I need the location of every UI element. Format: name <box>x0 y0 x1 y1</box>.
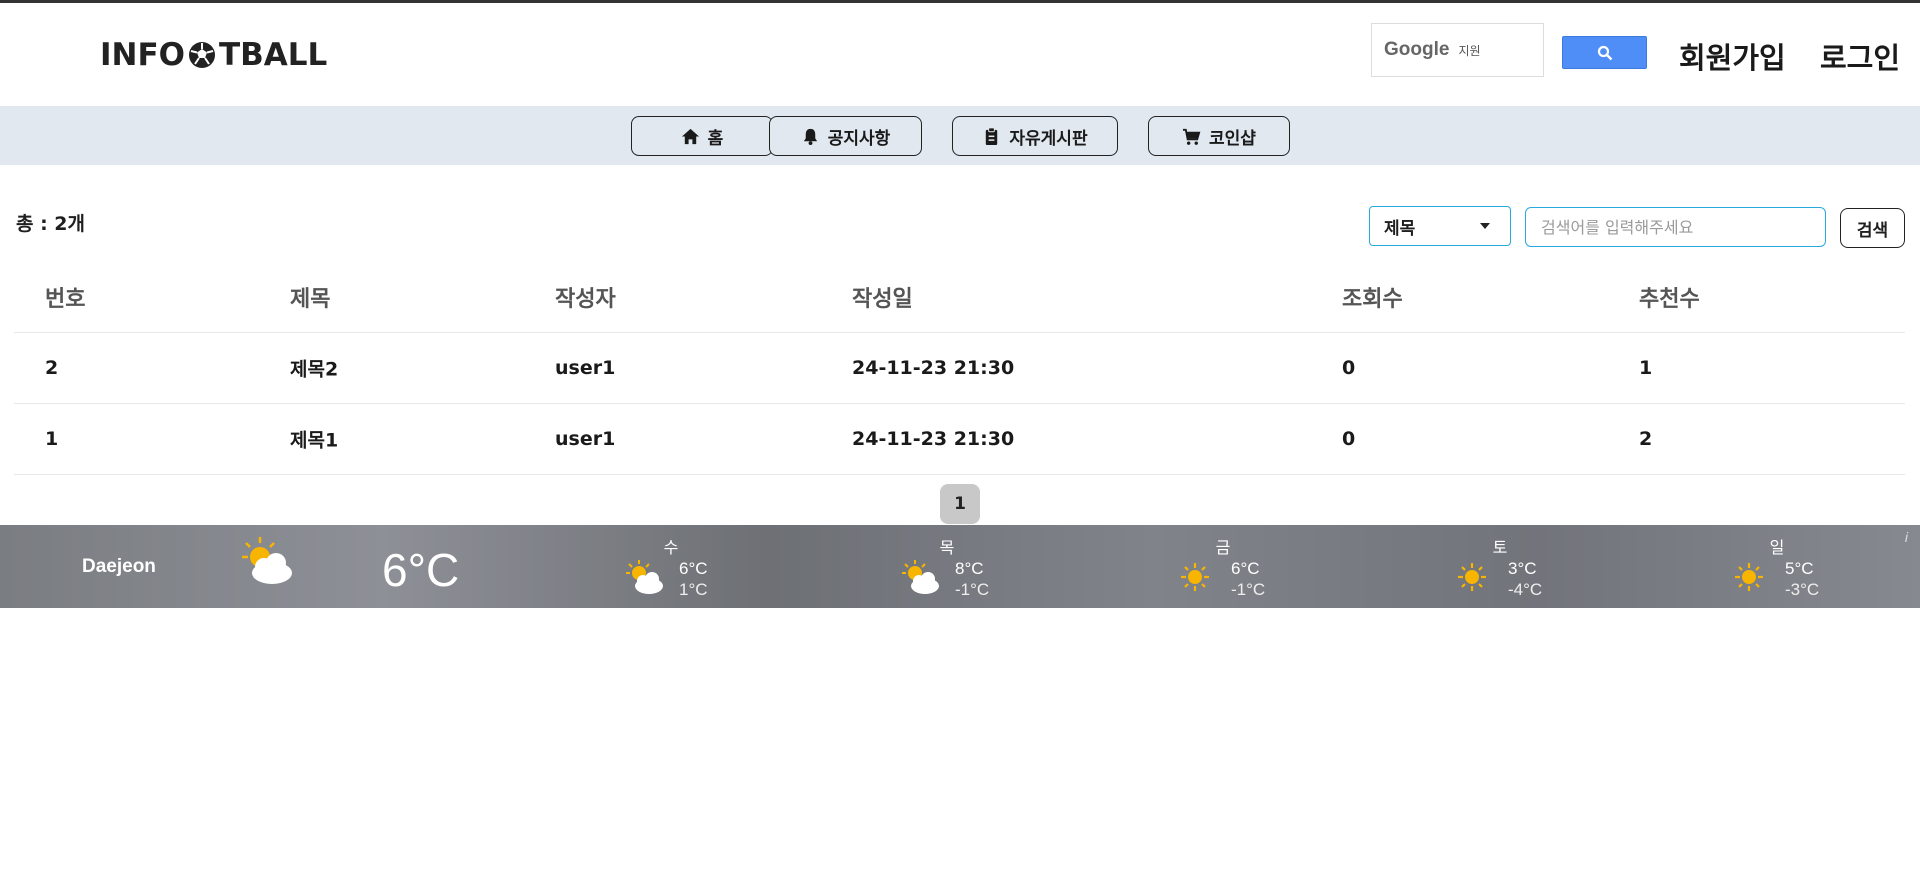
cell-recommends: 1 <box>1639 357 1653 379</box>
nav-notice-label: 공지사항 <box>827 128 891 149</box>
nav-home-button[interactable]: 홈 <box>631 116 773 156</box>
cart-icon <box>1182 128 1201 145</box>
weather-day-name: 금 <box>1215 540 1231 557</box>
sun-icon <box>1181 563 1209 591</box>
nav-coinshop-label: 코인샵 <box>1209 128 1256 149</box>
cell-author: user1 <box>555 357 616 379</box>
weather-current-temp: 6°C <box>382 544 460 596</box>
header-title: 제목 <box>290 286 331 312</box>
soccer-ball-icon <box>189 42 216 68</box>
nav-coinshop-button[interactable]: 코인샵 <box>1148 116 1290 156</box>
weather-day: 수 6°C 1°C <box>533 525 809 608</box>
pagination-page-1[interactable]: 1 <box>940 484 980 524</box>
home-icon <box>681 128 699 144</box>
weather-day: 금 6°C -1°C <box>1085 525 1361 608</box>
nav-board-label: 자유게시판 <box>1009 128 1088 149</box>
nav-home-label: 홈 <box>707 128 724 149</box>
post-table: 번호 제목 작성자 작성일 조회수 추천수 2 제목2 user1 24-11-… <box>14 261 1905 475</box>
site-header: INFO TBALL Google 지원 회원가입 로그인 <box>0 6 1920 106</box>
weather-day-low: -1°C <box>955 580 990 599</box>
cell-views: 0 <box>1342 357 1356 379</box>
weather-day-high: 5°C <box>1785 559 1814 578</box>
google-sub-label: 지원 <box>1458 43 1481 58</box>
weather-day-low: 1°C <box>679 580 708 599</box>
weather-day: 목 8°C -1°C <box>809 525 1085 608</box>
cell-title-link[interactable]: 제목1 <box>290 426 338 453</box>
weather-city: Daejeon <box>82 556 156 577</box>
clipboard-icon <box>986 126 998 145</box>
header-date: 작성일 <box>852 286 913 312</box>
login-link[interactable]: 로그인 <box>1820 35 1900 77</box>
cell-date: 24-11-23 21:30 <box>852 357 1015 379</box>
partly-cloudy-icon <box>242 537 292 584</box>
weather-day-high: 8°C <box>955 559 984 578</box>
main-nav: 홈 공지사항 자유게시판 코인샵 <box>0 106 1920 165</box>
weather-day-name: 목 <box>939 540 955 557</box>
nav-board-button[interactable]: 자유게시판 <box>952 116 1118 156</box>
weather-day-high: 3°C <box>1508 559 1537 578</box>
google-search-input[interactable]: Google 지원 <box>1371 23 1544 77</box>
search-button[interactable]: 검색 <box>1840 208 1905 248</box>
cell-title-link[interactable]: 제목2 <box>290 355 338 382</box>
bell-icon <box>803 128 817 145</box>
sun-icon <box>1458 563 1486 591</box>
cell-number: 2 <box>45 357 59 379</box>
logo-text-left: INFO <box>100 37 186 73</box>
chevron-down-icon <box>1480 223 1490 229</box>
weather-day-name: 토 <box>1492 540 1508 557</box>
google-search-button[interactable] <box>1562 36 1647 69</box>
search-input[interactable] <box>1525 207 1826 247</box>
table-row[interactable]: 2 제목2 user1 24-11-23 21:30 0 1 <box>14 333 1905 404</box>
weather-day-low: -4°C <box>1508 580 1543 599</box>
header-recommends: 추천수 <box>1639 286 1700 312</box>
nav-notice-button[interactable]: 공지사항 <box>769 116 922 156</box>
table-row[interactable]: 1 제목1 user1 24-11-23 21:30 0 2 <box>14 404 1905 475</box>
header-number: 번호 <box>45 286 86 312</box>
search-icon <box>1597 45 1612 60</box>
info-icon[interactable]: i <box>1905 529 1908 545</box>
cell-date: 24-11-23 21:30 <box>852 428 1015 450</box>
weather-day-low: -1°C <box>1231 580 1266 599</box>
weather-day-name: 일 <box>1769 540 1785 557</box>
header-author: 작성자 <box>555 286 616 312</box>
cell-author: user1 <box>555 428 616 450</box>
signup-link[interactable]: 회원가입 <box>1679 35 1786 77</box>
header-views: 조회수 <box>1342 286 1403 312</box>
weather-day-low: -3°C <box>1785 580 1820 599</box>
total-count: 총 : 2개 <box>16 213 86 235</box>
weather-day: 일 5°C -3°C <box>1639 525 1915 608</box>
search-type-value: 제목 <box>1384 218 1416 239</box>
weather-day: 토 3°C -4°C <box>1362 525 1638 608</box>
logo-text-right: TBALL <box>219 37 328 73</box>
cell-number: 1 <box>45 428 59 450</box>
weather-day-high: 6°C <box>1231 559 1260 578</box>
cell-views: 0 <box>1342 428 1356 450</box>
weather-widget[interactable]: Daejeon 6°C 수 6°C 1°C 목 8°C -1°C 금 6°C -… <box>0 525 1920 608</box>
google-logo: Google <box>1384 39 1450 60</box>
cell-recommends: 2 <box>1639 428 1653 450</box>
partly-cloudy-icon <box>626 560 663 594</box>
search-type-select[interactable]: 제목 <box>1369 206 1511 246</box>
partly-cloudy-icon <box>902 560 939 594</box>
weather-day-name: 수 <box>663 540 679 557</box>
site-logo[interactable]: INFO TBALL <box>100 37 327 73</box>
sun-icon <box>1735 563 1763 591</box>
table-header-row: 번호 제목 작성자 작성일 조회수 추천수 <box>14 261 1905 333</box>
weather-day-high: 6°C <box>679 559 708 578</box>
